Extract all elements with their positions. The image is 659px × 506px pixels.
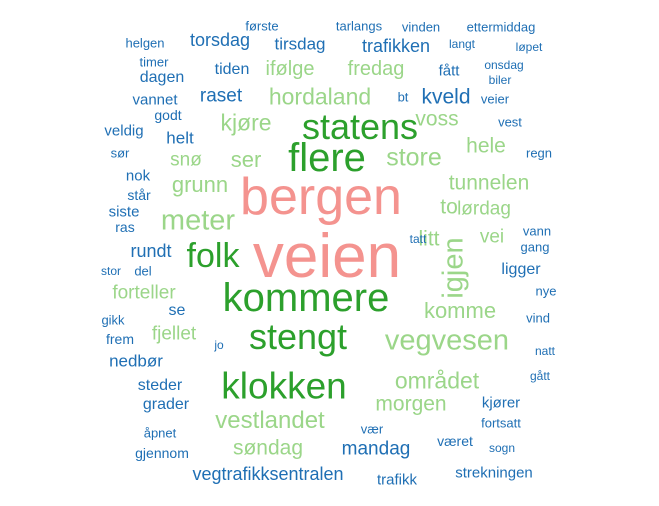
- word-22: kjøre: [220, 109, 272, 136]
- word-5: statens: [301, 106, 419, 147]
- word-13: store: [386, 143, 442, 172]
- word-59: ettermiddag: [466, 19, 536, 35]
- word-81: nye: [535, 283, 557, 299]
- word-31: forteller: [112, 282, 176, 304]
- word-25: voss: [415, 107, 459, 131]
- word-18: tunnelen: [448, 171, 530, 195]
- word-30: vei: [479, 226, 505, 248]
- word-79: stor: [100, 264, 122, 278]
- word-71: regn: [525, 145, 553, 161]
- word-6: stengt: [248, 316, 348, 357]
- word-39: torsdag: [189, 30, 251, 50]
- word-87: gått: [529, 369, 551, 383]
- word-46: nedbør: [109, 351, 163, 371]
- word-44: dagen: [139, 69, 185, 86]
- word-27: lørdag: [457, 198, 511, 220]
- word-51: strekningen: [455, 464, 533, 482]
- word-89: fortsatt: [481, 415, 521, 431]
- word-8: folk: [186, 237, 240, 275]
- word-52: kjører: [481, 394, 521, 412]
- word-60: helgen: [125, 35, 165, 51]
- word-19: grunn: [171, 172, 229, 197]
- word-53: været: [437, 433, 473, 449]
- word-23: ser: [230, 147, 262, 172]
- word-20: fredag: [347, 58, 405, 80]
- word-38: tirsdag: [274, 34, 326, 54]
- word-26: hele: [466, 134, 506, 158]
- word-54: fått: [438, 62, 460, 80]
- word-75: ras: [115, 219, 135, 235]
- word-57: tarlangs: [335, 18, 383, 34]
- word-48: grader: [142, 396, 190, 413]
- word-72: nok: [125, 167, 151, 185]
- word-86: natt: [534, 344, 556, 358]
- word-41: tiden: [214, 61, 250, 78]
- word-36: vegtrafikksentralen: [192, 464, 344, 484]
- word-73: står: [127, 187, 151, 203]
- word-62: løpet: [515, 40, 543, 54]
- word-84: frem: [106, 331, 134, 347]
- word-12: hordaland: [268, 83, 372, 110]
- word-3: kommere: [222, 276, 390, 320]
- word-55: bt: [397, 89, 409, 105]
- word-70: sør: [110, 145, 130, 161]
- word-50: ligger: [501, 261, 541, 278]
- word-74: siste: [108, 203, 140, 221]
- word-67: godt: [154, 107, 182, 123]
- word-69: vest: [498, 114, 522, 130]
- word-68: veldig: [104, 122, 144, 140]
- word-78: gang: [520, 239, 550, 255]
- word-92: sogn: [488, 441, 516, 455]
- word-9: vegvesen: [384, 324, 510, 357]
- word-45: vannet: [132, 91, 178, 109]
- word-56: første: [245, 18, 279, 34]
- word-80: del: [134, 263, 152, 279]
- word-66: veier: [480, 91, 510, 107]
- word-61: langt: [448, 37, 476, 51]
- word-83: vind: [526, 310, 550, 326]
- word-24: snø: [170, 149, 202, 171]
- word-64: onsdag: [484, 58, 524, 72]
- word-15: vestlandet: [215, 407, 325, 434]
- word-34: kveld: [421, 85, 471, 109]
- word-35: mandag: [341, 438, 411, 460]
- word-47: steder: [137, 377, 183, 394]
- word-16: komme: [423, 298, 497, 323]
- word-17: morgen: [375, 392, 447, 416]
- word-11: igjen: [437, 237, 470, 299]
- word-37: trafikken: [361, 36, 431, 56]
- word-88: vær: [360, 421, 384, 437]
- word-85: jo: [214, 338, 224, 352]
- word-28: to: [440, 195, 458, 219]
- word-76: tatt: [409, 232, 427, 246]
- word-33: søndag: [232, 436, 304, 460]
- word-32: fjellet: [151, 323, 197, 345]
- word-cloud: veien bergen kommere flere statens stengt klok…: [0, 0, 659, 506]
- word-90: åpnet: [143, 425, 177, 441]
- word-93: trafikk: [376, 471, 418, 489]
- word-21: ifølge: [265, 58, 315, 80]
- word-10: meter: [160, 204, 236, 237]
- word-77: vann: [522, 223, 552, 239]
- word-91: gjennom: [135, 445, 189, 461]
- word-7: klokken: [221, 365, 347, 407]
- word-40: raset: [199, 85, 243, 107]
- word-14: området: [394, 367, 480, 394]
- word-43: helt: [166, 128, 194, 148]
- word-63: timer: [139, 54, 169, 70]
- word-58: vinden: [401, 19, 441, 35]
- word-65: biler: [488, 73, 512, 87]
- word-49: se: [168, 302, 186, 319]
- word-42: rundt: [130, 241, 172, 261]
- word-82: gikk: [101, 312, 125, 328]
